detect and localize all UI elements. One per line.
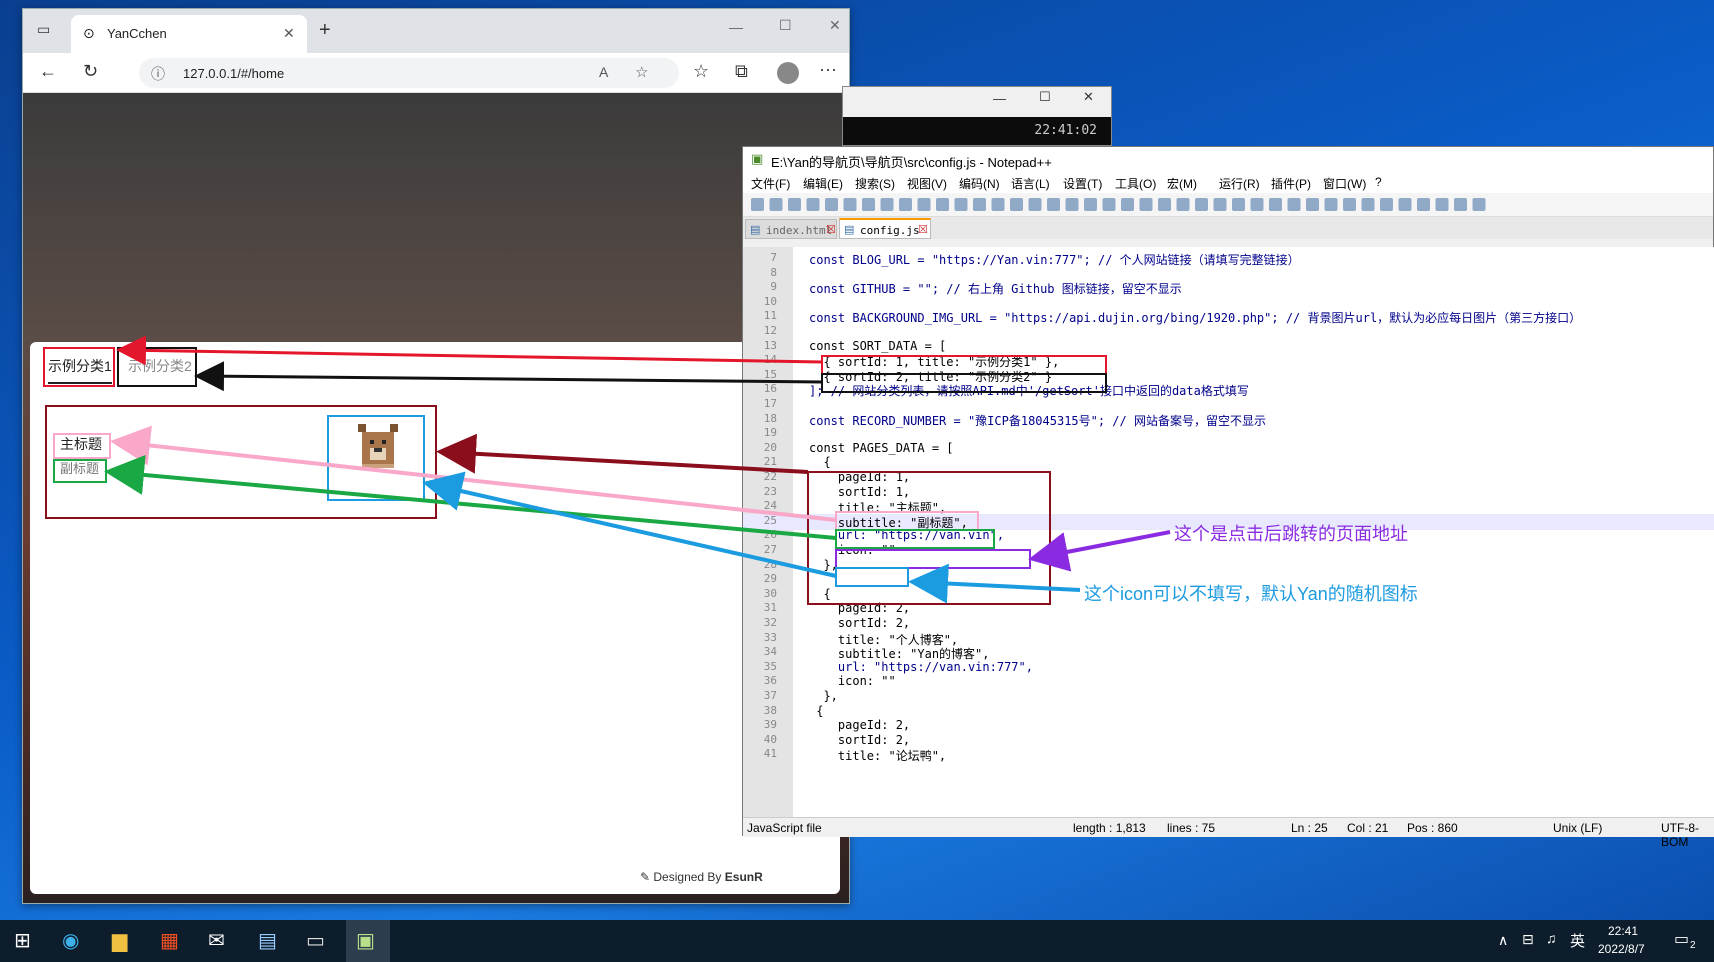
box-subtitle <box>53 459 107 483</box>
box-tab1 <box>43 347 115 387</box>
box-item <box>45 405 437 519</box>
box-code-sort1 <box>821 355 1107 375</box>
notification-icon[interactable]: ▭ <box>1674 929 1689 949</box>
network-icon[interactable]: ⊟ <box>1522 931 1534 948</box>
show-hidden-icons-icon[interactable]: ∧ <box>1498 932 1508 949</box>
store-icon[interactable]: ▦ <box>160 928 179 953</box>
notepadpp-icon: ▣ <box>356 930 375 952</box>
arrow-sort2 <box>194 361 823 392</box>
box-code-title <box>835 511 979 531</box>
box-code-subtitle <box>835 529 995 549</box>
box-title <box>53 433 111 459</box>
url-note: 这个是点击后跳转的页面地址 <box>1174 524 1408 544</box>
clock-date[interactable]: 2022/8/7 <box>1598 942 1645 956</box>
annotation-overlay <box>43 335 1171 605</box>
notification-count: 2 <box>1690 940 1696 951</box>
clock-time[interactable]: 22:41 <box>1608 924 1638 938</box>
volume-icon[interactable]: ♫ <box>1546 930 1557 946</box>
taskbar: ⊞ ◉ ▆ ▦ ✉ ▤ ▭ ▣ ∧ ⊟ ♫ 英 22:41 2022/8/7 ▭… <box>0 920 1714 962</box>
arrow-item <box>436 433 809 474</box>
mail-icon[interactable]: ✉ <box>208 928 225 953</box>
box-code-icon <box>835 567 909 587</box>
terminal-icon[interactable]: ▭ <box>306 928 325 953</box>
box-icon <box>327 415 425 501</box>
edge-icon[interactable]: ◉ <box>62 928 79 953</box>
box-tab2 <box>117 347 197 387</box>
file-explorer-icon[interactable]: ▆ <box>112 928 127 953</box>
arrow-url-note <box>1028 530 1171 572</box>
box-code-url <box>835 549 1031 569</box>
icon-note: 这个icon可以不填写，默认Yan的随机图标 <box>1084 584 1418 604</box>
box-code-sort2 <box>821 373 1107 393</box>
arrow-sort1 <box>116 335 823 366</box>
start-icon[interactable]: ⊞ <box>14 928 31 953</box>
arrow-icon-note <box>908 563 1081 604</box>
network-app-icon[interactable]: ▤ <box>258 928 277 953</box>
ime-indicator[interactable]: 英 <box>1570 930 1585 951</box>
